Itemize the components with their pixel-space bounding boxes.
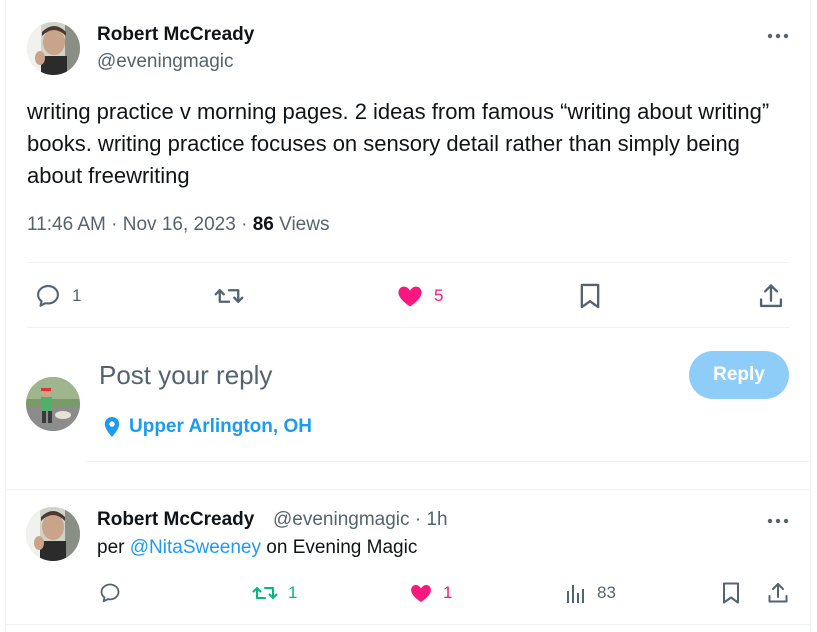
more-dots-icon[interactable] bbox=[766, 24, 790, 48]
tweet-text: writing practice v morning pages. 2 idea… bbox=[27, 99, 770, 188]
location-label: Upper Arlington, OH bbox=[129, 416, 312, 437]
retweet-count: 1 bbox=[288, 583, 298, 602]
tweet-date[interactable]: Nov 16, 2023 bbox=[123, 214, 236, 235]
reply-age[interactable]: 1h bbox=[426, 509, 447, 530]
reply-text-suffix: on Evening Magic bbox=[261, 537, 418, 558]
heart-icon bbox=[411, 584, 431, 602]
bookmark-action[interactable] bbox=[577, 282, 603, 310]
reply-author-handle[interactable]: @eveningmagic bbox=[273, 509, 410, 530]
meta-separator: · bbox=[414, 509, 422, 530]
author-handle[interactable]: @eveningmagic bbox=[97, 51, 234, 73]
views-bars-icon bbox=[567, 585, 584, 603]
timeline-border-right bbox=[810, 0, 811, 632]
divider bbox=[27, 262, 790, 263]
comment-icon bbox=[37, 285, 59, 307]
retweet-action[interactable] bbox=[214, 282, 244, 310]
share-action[interactable] bbox=[757, 282, 785, 310]
timeline-border-left bbox=[5, 0, 6, 632]
reply-text-prefix: per bbox=[97, 537, 130, 558]
meta-separator: · bbox=[241, 214, 253, 235]
location-pin-icon bbox=[104, 417, 120, 437]
views-count: 86 bbox=[252, 214, 274, 235]
like-count: 5 bbox=[434, 286, 444, 305]
heart-icon bbox=[398, 286, 422, 307]
bookmark-action[interactable] bbox=[720, 581, 742, 605]
tweet-meta: 11:46 AM · Nov 16, 2023 · 86 Views bbox=[27, 214, 329, 236]
avatar[interactable] bbox=[26, 377, 80, 431]
share-icon bbox=[759, 284, 783, 308]
divider bbox=[6, 624, 810, 625]
comment-icon bbox=[100, 583, 120, 603]
author-name[interactable]: Robert McCready bbox=[97, 24, 254, 46]
retweet-icon bbox=[214, 289, 244, 303]
retweet-icon bbox=[252, 587, 278, 599]
tweet-time[interactable]: 11:46 AM bbox=[27, 214, 106, 235]
divider bbox=[27, 327, 790, 328]
reply-action[interactable] bbox=[98, 581, 122, 605]
reply-button[interactable]: Reply bbox=[689, 351, 789, 399]
more-dots-icon[interactable] bbox=[766, 509, 790, 533]
divider bbox=[6, 489, 810, 490]
reply-author-meta: @eveningmagic · 1h bbox=[273, 509, 448, 531]
reply-input[interactable]: Post your reply bbox=[99, 360, 272, 391]
like-action[interactable]: 1 bbox=[409, 581, 452, 605]
bookmark-icon bbox=[580, 283, 600, 309]
views-label: Views bbox=[279, 214, 330, 235]
reply-author-name[interactable]: Robert McCready bbox=[97, 509, 254, 531]
views-action[interactable]: 83 bbox=[565, 581, 616, 605]
like-action[interactable]: 5 bbox=[396, 282, 443, 310]
reply-action[interactable]: 1 bbox=[34, 282, 81, 310]
meta-separator: · bbox=[111, 214, 123, 235]
mention-link[interactable]: @NitaSweeney bbox=[130, 537, 261, 558]
retweet-action[interactable]: 1 bbox=[252, 581, 297, 605]
reply-tweet-text: per @NitaSweeney on Evening Magic bbox=[97, 537, 417, 559]
bookmark-icon bbox=[723, 582, 739, 604]
views-count: 83 bbox=[597, 583, 616, 602]
divider bbox=[85, 461, 809, 462]
avatar[interactable] bbox=[27, 22, 80, 75]
like-count: 1 bbox=[443, 583, 453, 602]
location-tag[interactable]: Upper Arlington, OH bbox=[103, 416, 312, 438]
share-icon bbox=[768, 583, 788, 603]
reply-count: 1 bbox=[72, 286, 82, 305]
share-action[interactable] bbox=[766, 581, 790, 605]
avatar[interactable] bbox=[26, 507, 80, 561]
